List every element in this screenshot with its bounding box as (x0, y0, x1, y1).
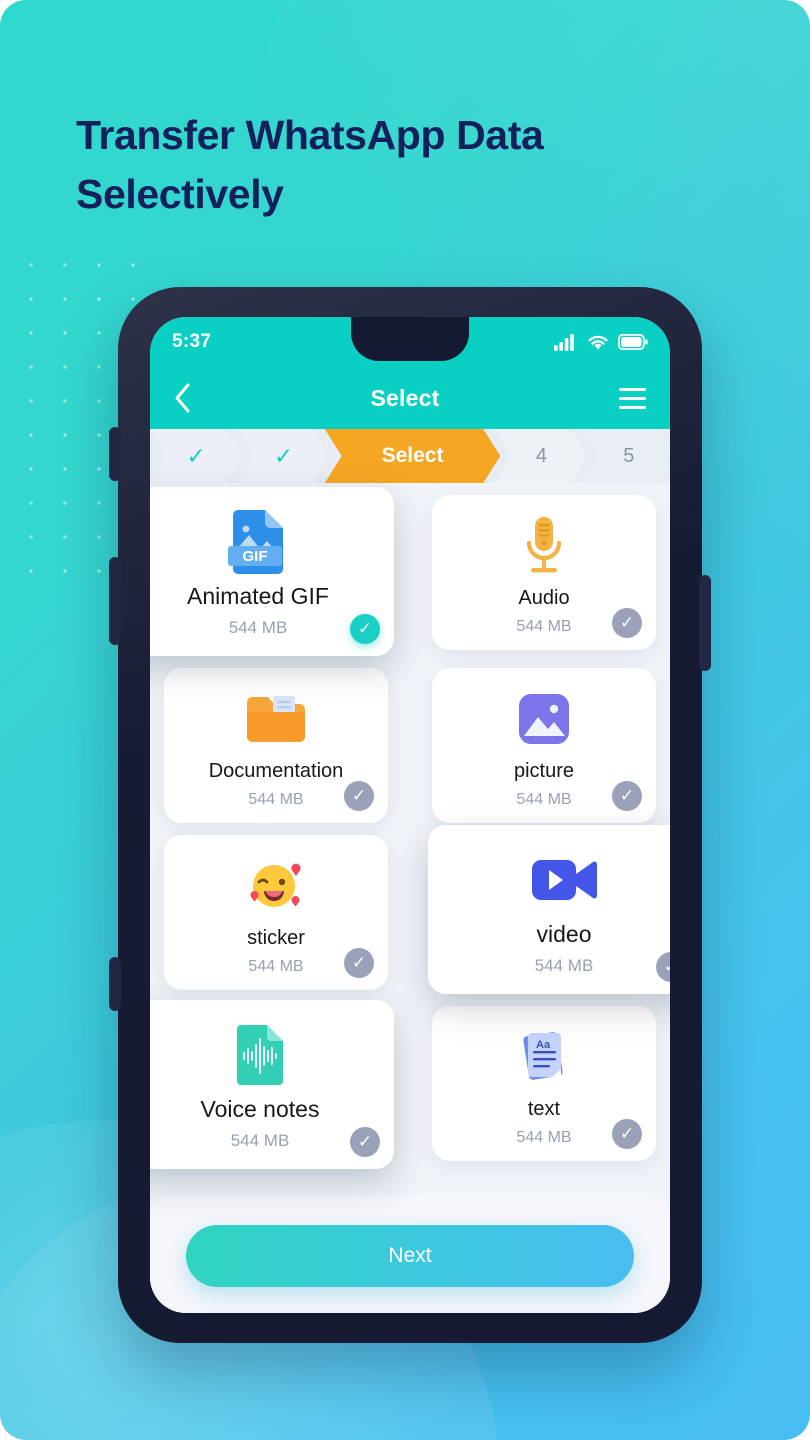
step-4[interactable]: 4 (495, 429, 587, 483)
step-2[interactable]: ✓ (237, 429, 329, 483)
phone-notch (351, 317, 469, 361)
microphone-icon (444, 511, 644, 581)
card-title: text (527, 1098, 561, 1120)
card-title: Documentation (208, 760, 344, 782)
card-title: picture (513, 760, 575, 782)
status-time: 5:37 (172, 331, 212, 352)
card-title: Voice notes (200, 1096, 320, 1122)
grid-row-3: sticker 544 MB ✓ video 544 MB (164, 825, 670, 994)
svg-text:GIF: GIF (243, 548, 268, 565)
card-checkbox[interactable]: ✓ (612, 608, 642, 638)
card-title: Audio (518, 587, 570, 609)
svg-text:Aa: Aa (536, 1039, 551, 1051)
card-checkbox[interactable]: ✓ (344, 781, 374, 811)
phone-side-button-extra[interactable] (109, 957, 121, 1011)
phone-mockup: 5:37 Select ✓ ✓ Select 4 5 GIF Animated … (109, 287, 711, 1343)
battery-icon (618, 334, 648, 350)
card-checkbox[interactable]: ✓ (350, 1127, 380, 1157)
smiley-hearts-icon (176, 851, 376, 921)
waveform-file-icon (150, 1020, 382, 1090)
grid-row-2: Documentation 544 MB ✓ picture 544 MB ✓ (164, 668, 656, 823)
step-5[interactable]: 5 (583, 429, 670, 483)
hamburger-menu-icon[interactable] (619, 387, 646, 409)
card-title: video (536, 921, 592, 947)
step-3-label: Select (381, 444, 444, 467)
card-size: 544 MB (230, 1131, 290, 1150)
app-bar-title: Select (370, 384, 440, 411)
card-video[interactable]: video 544 MB ✓ (428, 825, 670, 994)
status-icons (554, 333, 648, 351)
next-button-container: Next (150, 1225, 670, 1287)
card-title: sticker (247, 927, 305, 949)
card-title: Animated GIF (187, 583, 329, 609)
step-5-label: 5 (623, 444, 635, 467)
step-2-label: ✓ (273, 442, 294, 469)
step-breadcrumb: ✓ ✓ Select 4 5 (150, 429, 670, 483)
phone-power-button[interactable] (699, 575, 711, 671)
grid-row-1: GIF Animated GIF 544 MB ✓ Audio 544 MB ✓ (150, 487, 656, 656)
card-sticker[interactable]: sticker 544 MB ✓ (164, 835, 388, 990)
folder-icon (176, 684, 376, 754)
signal-icon (554, 333, 574, 351)
promo-page: Transfer WhatsApp Data Selectively 5:37 (0, 0, 810, 1440)
card-checkbox[interactable]: ✓ (344, 948, 374, 978)
card-picture[interactable]: picture 544 MB ✓ (432, 668, 656, 823)
video-camera-icon (440, 845, 670, 915)
card-size: 544 MB (228, 618, 288, 637)
card-audio[interactable]: Audio 544 MB ✓ (432, 495, 656, 650)
card-documentation[interactable]: Documentation 544 MB ✓ (164, 668, 388, 823)
card-checkbox-selected[interactable]: ✓ (350, 614, 380, 644)
step-1-label: ✓ (186, 442, 206, 469)
step-1[interactable]: ✓ (150, 429, 242, 483)
file-type-grid: GIF Animated GIF 544 MB ✓ Audio 544 MB ✓… (150, 487, 670, 1181)
card-animated-gif[interactable]: GIF Animated GIF 544 MB ✓ (150, 487, 394, 656)
card-text[interactable]: Aa text 544 MB ✓ (432, 1006, 656, 1161)
wifi-icon (588, 335, 608, 350)
card-voice-notes[interactable]: Voice notes 544 MB ✓ (150, 1000, 394, 1169)
page-title: Transfer WhatsApp Data Selectively (76, 112, 544, 218)
text-document-icon: Aa (444, 1022, 644, 1092)
phone-volume-button-up[interactable] (109, 427, 121, 481)
image-icon (444, 684, 644, 754)
card-checkbox[interactable]: ✓ (612, 1119, 642, 1149)
content-area: GIF Animated GIF 544 MB ✓ Audio 544 MB ✓… (150, 483, 670, 1313)
phone-volume-button-down[interactable] (109, 557, 121, 645)
step-3-active[interactable]: Select (325, 429, 501, 483)
gif-file-icon: GIF (150, 507, 382, 577)
app-bar: Select (150, 367, 670, 429)
next-button[interactable]: Next (186, 1225, 634, 1287)
grid-row-4: Voice notes 544 MB ✓ Aa text 544 MB ✓ (150, 1000, 656, 1169)
phone-screen: 5:37 Select ✓ ✓ Select 4 5 GIF Animated … (150, 317, 670, 1313)
step-4-label: 4 (535, 444, 548, 467)
chevron-left-icon[interactable] (174, 383, 191, 413)
card-checkbox[interactable]: ✓ (612, 781, 642, 811)
card-size: 544 MB (534, 956, 594, 975)
